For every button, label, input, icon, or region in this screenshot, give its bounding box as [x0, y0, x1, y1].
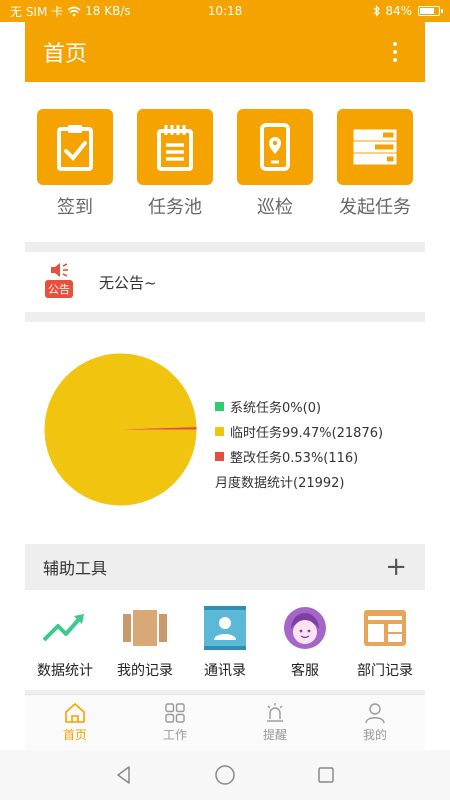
bottom-tab-bar: 首页 工作 提醒 我的 — [25, 694, 425, 750]
home-icon — [65, 703, 85, 723]
bluetooth-icon — [373, 5, 381, 17]
alarm-icon — [267, 703, 283, 722]
tool-department-records[interactable]: 部门记录 — [347, 604, 423, 690]
divider — [25, 242, 425, 252]
announcement-text: 无公告~ — [99, 273, 157, 292]
battery-icon — [418, 6, 443, 16]
home-circle-icon — [215, 765, 235, 785]
department-records-icon — [360, 604, 410, 652]
tab-work[interactable]: 工作 — [125, 695, 225, 750]
network-speed: 18 KB/s — [85, 4, 131, 18]
legend-item: 临时任务99.47%(21876) — [215, 419, 383, 444]
tools-header: 辅助工具 + — [25, 544, 425, 590]
tools-grid: 数据统计 我的记录 通讯录 客服 部门记录 — [25, 590, 425, 690]
tab-label: 提醒 — [262, 728, 287, 742]
quick-action-label: 任务池 — [148, 197, 202, 218]
tool-label: 我的记录 — [117, 663, 173, 679]
more-vert-icon — [393, 42, 397, 46]
recents-square-icon — [318, 767, 334, 783]
legend-item: 整改任务0.53%(116) — [215, 444, 383, 469]
tab-mine[interactable]: 我的 — [325, 695, 425, 750]
monthly-stats-chart: 系统任务0%(0) 临时任务99.47%(21876) 整改任务0.53%(11… — [25, 322, 425, 544]
quick-action-label: 巡检 — [257, 197, 293, 218]
quick-action-task-pool[interactable]: 任务池 — [131, 109, 219, 242]
carrier-text: 无 SIM 卡 — [10, 4, 64, 19]
legend-swatch — [215, 402, 224, 411]
tool-my-records[interactable]: 我的记录 — [107, 604, 183, 690]
notepad-icon — [137, 109, 213, 185]
quick-actions: 签到 任务池 巡检 发起任务 — [25, 82, 425, 242]
quick-action-label: 发起任务 — [339, 197, 411, 218]
nav-home-button[interactable] — [214, 764, 236, 786]
page-title: 首页 — [43, 42, 88, 67]
tab-reminder[interactable]: 提醒 — [225, 695, 325, 750]
chart-title: 月度数据统计(21992) — [215, 476, 345, 491]
person-icon — [365, 703, 385, 724]
back-triangle-icon — [117, 766, 130, 784]
tab-label: 工作 — [162, 728, 187, 742]
status-bar: 无 SIM 卡 18 KB/s 10:18 84% — [0, 0, 450, 22]
grid-icon — [165, 703, 185, 723]
speaker-icon — [51, 263, 68, 277]
tools-title: 辅助工具 — [43, 559, 108, 578]
divider — [25, 312, 425, 322]
battery-percent: 84% — [385, 4, 412, 18]
tool-contacts[interactable]: 通讯录 — [187, 604, 263, 690]
task-list-icon — [337, 109, 413, 185]
records-icon — [120, 604, 170, 652]
tool-label: 部门记录 — [357, 663, 413, 679]
app-header: 首页 — [25, 22, 425, 82]
system-nav-bar — [0, 750, 450, 800]
legend-label: 临时任务99.47%(21876) — [230, 426, 384, 441]
tool-customer-service[interactable]: 客服 — [267, 604, 343, 690]
tab-home[interactable]: 首页 — [25, 695, 125, 750]
legend-swatch — [215, 452, 224, 461]
trend-chart-icon — [40, 604, 90, 652]
legend-item: 系统任务0%(0) — [215, 394, 383, 419]
announcement-tag: 公告 — [45, 280, 73, 298]
contacts-icon — [200, 604, 250, 652]
announcement-badge: 公告 — [42, 262, 76, 302]
customer-service-icon — [280, 604, 330, 652]
quick-action-sign-in[interactable]: 签到 — [31, 109, 119, 242]
tool-label: 通讯录 — [204, 663, 246, 679]
chart-legend: 系统任务0%(0) 临时任务99.47%(21876) 整改任务0.53%(11… — [215, 394, 383, 469]
tab-label: 我的 — [362, 728, 387, 742]
pie-chart — [44, 353, 197, 506]
tab-label: 首页 — [62, 728, 87, 742]
tool-label: 数据统计 — [37, 663, 93, 679]
tool-data-stats[interactable]: 数据统计 — [27, 604, 103, 690]
quick-action-create-task[interactable]: 发起任务 — [331, 109, 419, 242]
clipboard-check-icon — [37, 109, 113, 185]
add-tool-button[interactable]: + — [385, 554, 407, 580]
legend-swatch — [215, 427, 224, 436]
wifi-icon — [67, 6, 81, 16]
quick-action-inspection[interactable]: 巡检 — [231, 109, 319, 242]
announcement-bar[interactable]: 公告 无公告~ — [25, 252, 425, 312]
nav-recents-button[interactable] — [316, 765, 336, 785]
more-menu-button[interactable] — [383, 37, 407, 67]
phone-location-icon — [237, 109, 313, 185]
legend-label: 整改任务0.53%(116) — [230, 451, 359, 466]
legend-label: 系统任务0%(0) — [230, 401, 322, 416]
quick-action-label: 签到 — [57, 197, 93, 218]
tool-label: 客服 — [291, 663, 319, 679]
nav-back-button[interactable] — [114, 765, 134, 785]
